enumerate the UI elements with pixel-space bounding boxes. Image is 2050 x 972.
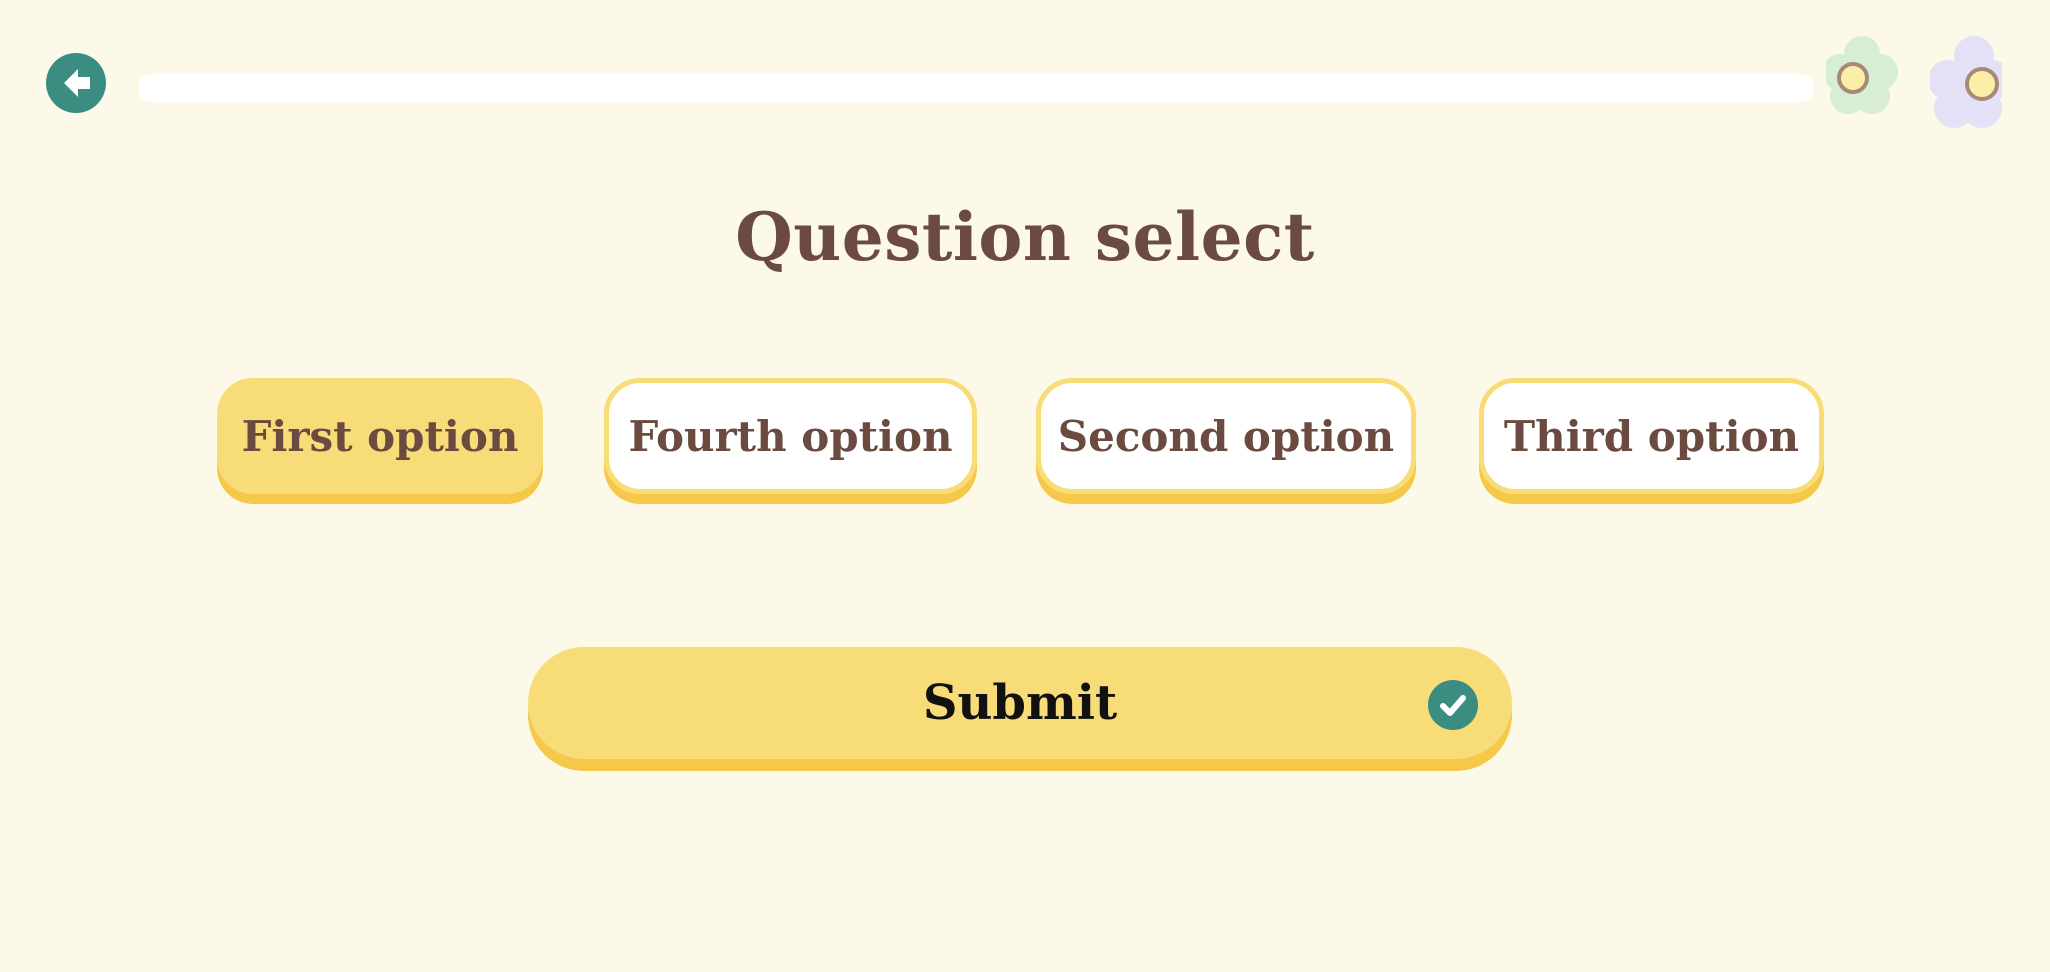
purple-flower-icon bbox=[1930, 36, 2002, 128]
back-button[interactable] bbox=[46, 53, 106, 113]
option-label: First option bbox=[241, 411, 519, 461]
checkmark-icon bbox=[1428, 680, 1478, 730]
option-label: Second option bbox=[1057, 411, 1395, 461]
arrow-left-icon bbox=[64, 69, 90, 97]
option-label: Fourth option bbox=[628, 411, 953, 461]
quiz-screen: Question select First option Fourth opti… bbox=[0, 0, 2050, 972]
green-flower-icon bbox=[1826, 36, 1898, 114]
option-button[interactable]: Second option bbox=[1036, 378, 1416, 494]
submit-label: Submit bbox=[922, 675, 1118, 731]
options-group: First option Fourth option Second option… bbox=[0, 378, 2050, 508]
question-title: Question select bbox=[735, 198, 1315, 276]
option-label: Third option bbox=[1503, 411, 1800, 461]
option-button[interactable]: Third option bbox=[1479, 378, 1824, 494]
option-button[interactable]: First option bbox=[217, 378, 543, 494]
option-button[interactable]: Fourth option bbox=[604, 378, 977, 494]
submit-button[interactable]: Submit bbox=[528, 647, 1512, 759]
progress-bar bbox=[138, 74, 1814, 102]
